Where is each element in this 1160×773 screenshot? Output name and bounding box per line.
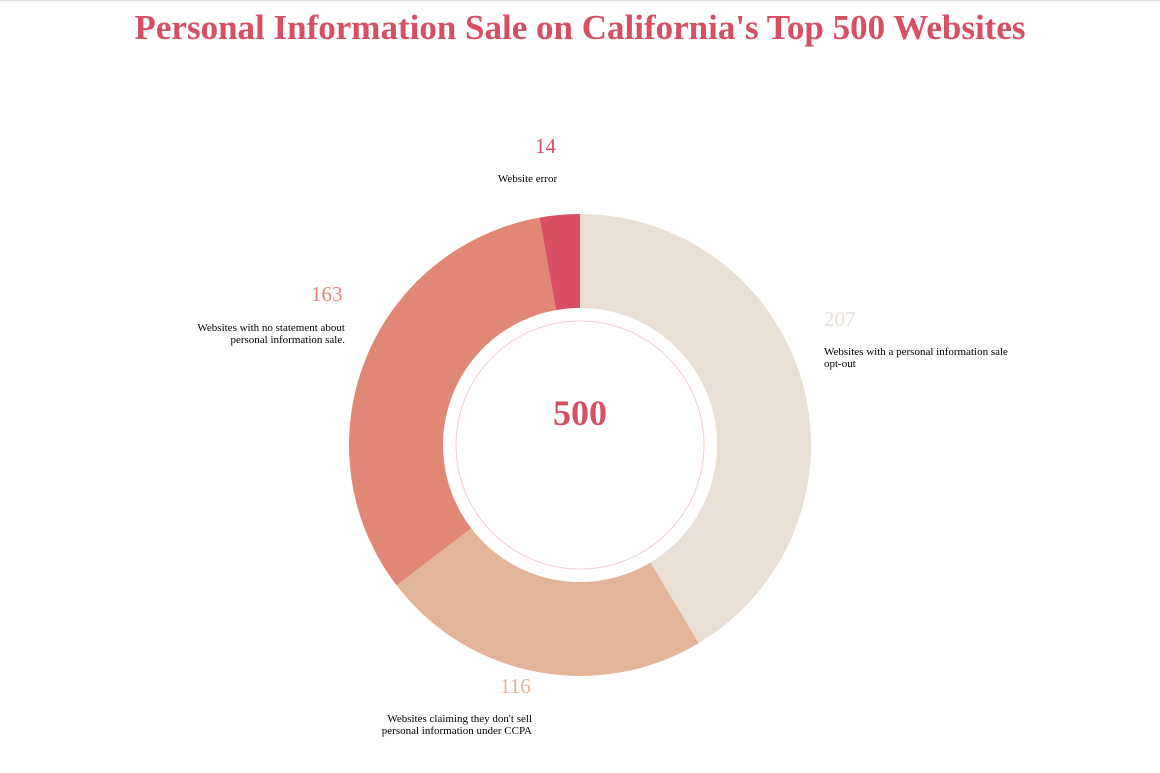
- value-label-error: 14: [535, 134, 556, 158]
- inner-ring: [455, 320, 705, 570]
- donut-slices: [349, 214, 811, 676]
- center-total: 500: [553, 393, 607, 433]
- desc-label-opt-out: Websites with a personal information sal…: [824, 346, 1008, 370]
- desc-label-error: Website error: [497, 173, 558, 185]
- donut-chart: [349, 214, 811, 676]
- value-label-opt-out: 207: [824, 307, 856, 331]
- desc-label-dont-sell: Websites claiming they don't sell person…: [381, 713, 532, 737]
- desc-label-no-statement: Websites with no statement about persona…: [197, 322, 345, 346]
- value-label-dont-sell: 116: [500, 674, 531, 698]
- value-label-no-statement: 163: [311, 282, 343, 306]
